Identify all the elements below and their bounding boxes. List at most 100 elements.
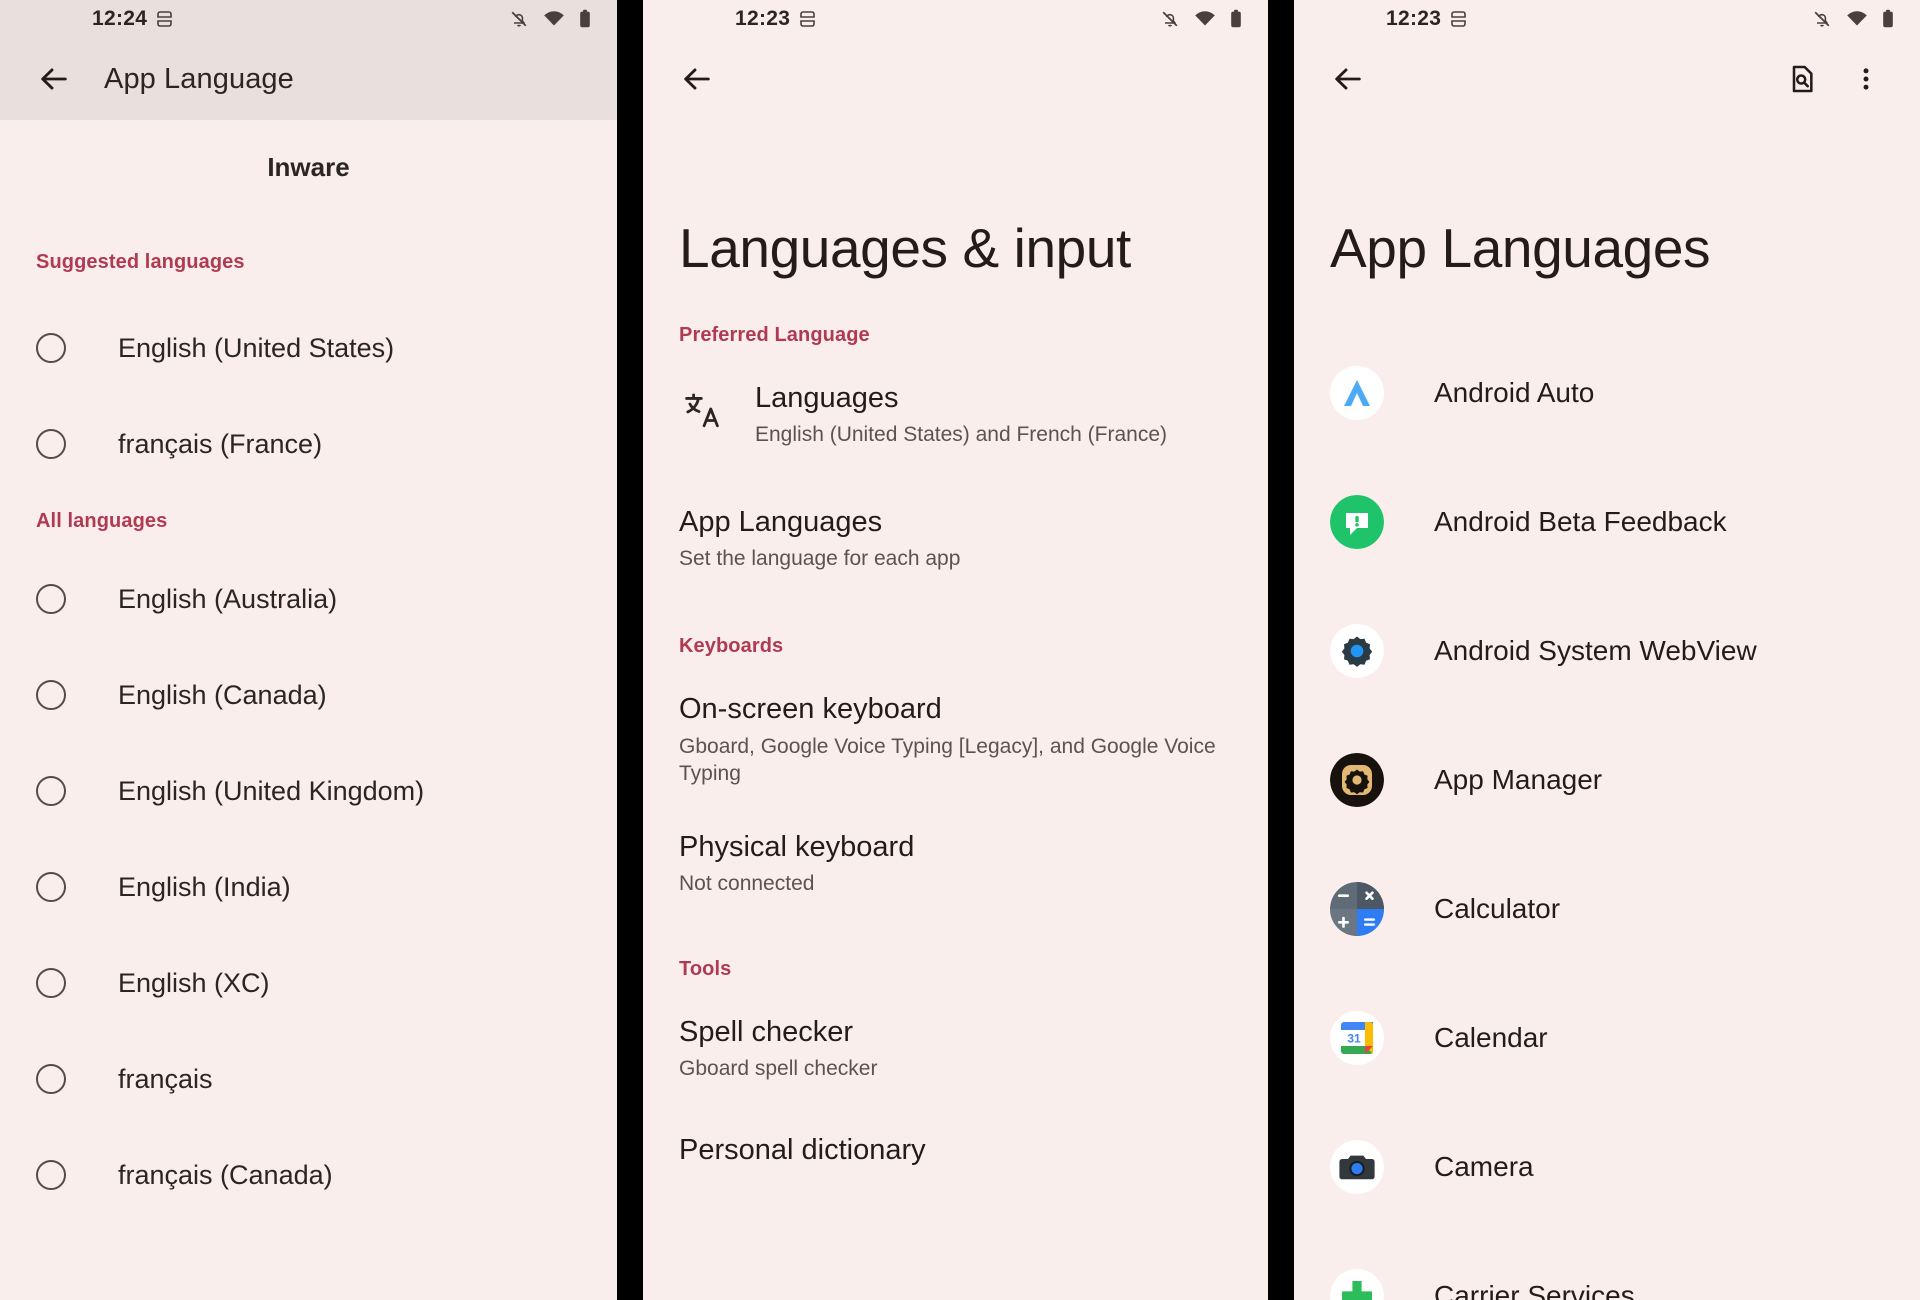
app-list-item[interactable]: Calculator [1294, 844, 1920, 973]
android-beta-feedback-icon [1330, 494, 1384, 549]
app-name: Calendar [1434, 1021, 1548, 1053]
status-bar-left: 12:23 [735, 7, 816, 31]
app-name: Android Auto [1434, 376, 1595, 408]
settings-row-text: Spell checker Gboard spell checker [679, 1015, 1234, 1083]
settings-row-text: App Languages Set the language for each … [679, 505, 1234, 573]
overflow-menu-button[interactable] [1838, 51, 1894, 107]
app-name: App Manager [1434, 763, 1603, 795]
screenshot-icon [800, 11, 816, 27]
status-bar: 12:24 [0, 0, 617, 38]
camera-icon [1330, 1139, 1384, 1194]
phone-panel-app-language-picker: 12:24 App Language Inware Suggested lang… [0, 0, 617, 1300]
settings-row-personal-dictionary[interactable]: Personal dictionary [643, 1133, 1268, 1168]
android-auto-icon [1330, 365, 1384, 420]
app-list-item[interactable]: Android System WebView [1294, 586, 1920, 715]
settings-row-subtitle: English (United States) and French (Fran… [755, 423, 1168, 447]
settings-row-title: Personal dictionary [679, 1134, 926, 1167]
section-header-tools: Tools [679, 958, 732, 981]
three-phone-screenshot-strip: 12:24 App Language Inware Suggested lang… [0, 0, 1920, 1300]
back-button[interactable] [1320, 51, 1376, 107]
radio-button[interactable] [36, 680, 66, 710]
language-option-row[interactable]: English (Canada) [0, 647, 617, 743]
status-bar-clock: 12:24 [92, 7, 148, 30]
back-button[interactable] [26, 51, 82, 107]
app-name: Android System WebView [1434, 634, 1757, 666]
radio-button[interactable] [36, 872, 66, 902]
translate-icon [685, 393, 719, 428]
radio-button[interactable] [36, 333, 66, 363]
page-headline: App Languages [1330, 217, 1711, 279]
app-list-item[interactable]: App Manager [1294, 715, 1920, 844]
status-bar-left: 12:23 [1386, 7, 1467, 31]
panel-divider [1268, 0, 1294, 1300]
status-bar-right [1812, 9, 1894, 29]
settings-row-spell-checker[interactable]: Spell checker Gboard spell checker [643, 1015, 1268, 1083]
panel-divider [617, 0, 643, 1300]
page-headline: Languages & input [679, 217, 1131, 279]
settings-row-title: Languages [755, 382, 899, 414]
page-title: App Language [104, 62, 294, 95]
radio-button[interactable] [36, 776, 66, 806]
app-name: Carrier Services [1434, 1279, 1635, 1300]
language-option-row[interactable]: English (United States) [0, 300, 617, 396]
app-manager-icon [1330, 752, 1384, 807]
language-label: English (Australia) [118, 583, 338, 614]
settings-row-text: Physical keyboard Not connected [679, 830, 1234, 898]
screenshot-icon [1451, 11, 1467, 27]
radio-button[interactable] [36, 968, 66, 998]
translate-icon-wrap [679, 381, 725, 431]
wifi-icon [1847, 11, 1867, 26]
settings-row-subtitle: Gboard spell checker [679, 1057, 878, 1081]
status-bar-clock: 12:23 [1386, 7, 1442, 30]
language-label: français (France) [118, 428, 323, 459]
android-system-webview-icon [1330, 623, 1384, 678]
app-list-item[interactable]: Android Beta Feedback [1294, 457, 1920, 586]
calendar-icon: 31 [1330, 1010, 1384, 1065]
back-arrow-icon [684, 68, 710, 90]
language-option-row[interactable]: English (XC) [0, 935, 617, 1031]
radio-button[interactable] [36, 429, 66, 459]
app-list-item[interactable]: Camera [1294, 1102, 1920, 1231]
app-list-item[interactable]: 31 Calendar [1294, 973, 1920, 1102]
settings-row-title: App Languages [679, 506, 883, 539]
back-button[interactable] [669, 51, 725, 107]
phone-panel-app-languages-list: 12:23 App Languages Android Auto Android… [1294, 0, 1920, 1300]
status-bar-right [1160, 9, 1242, 29]
notifications-off-icon [1162, 11, 1178, 27]
language-option-row[interactable]: français (France) [0, 396, 617, 492]
settings-row-app-languages[interactable]: App Languages Set the language for each … [643, 505, 1268, 573]
settings-row-physical-keyboard[interactable]: Physical keyboard Not connected [643, 830, 1268, 898]
language-option-row[interactable]: English (Australia) [0, 551, 617, 647]
app-bar: App Language [0, 38, 617, 120]
app-bar [643, 38, 1268, 120]
language-label: English (United Kingdom) [118, 775, 425, 806]
settings-row-text: On-screen keyboard Gboard, Google Voice … [679, 692, 1234, 788]
radio-button[interactable] [36, 1064, 66, 1094]
settings-row-subtitle: Set the language for each app [679, 547, 961, 571]
settings-row-languages[interactable]: Languages English (United States) and Fr… [643, 381, 1268, 449]
app-list-item[interactable]: Carrier Services [1294, 1231, 1920, 1300]
language-label: français [118, 1063, 213, 1094]
radio-button[interactable] [36, 1160, 66, 1190]
battery-icon [1231, 9, 1241, 28]
language-option-row[interactable]: français [0, 1031, 617, 1127]
notifications-off-icon [1814, 11, 1830, 27]
settings-row-title: On-screen keyboard [679, 693, 942, 726]
settings-row-on-screen-keyboard[interactable]: On-screen keyboard Gboard, Google Voice … [643, 692, 1268, 788]
calculator-icon [1330, 881, 1384, 936]
app-list-item[interactable]: Android Auto [1294, 328, 1920, 457]
language-option-row[interactable]: français (Canada) [0, 1127, 617, 1223]
settings-row-subtitle: Gboard, Google Voice Typing [Legacy], an… [679, 734, 1216, 786]
carrier-services-icon [1330, 1268, 1384, 1300]
doc-search-button[interactable] [1774, 51, 1830, 107]
back-arrow-icon [1335, 68, 1361, 90]
settings-row-text: Languages English (United States) and Fr… [755, 381, 1234, 449]
language-option-row[interactable]: English (United Kingdom) [0, 743, 617, 839]
settings-row-text: Personal dictionary [679, 1133, 1234, 1168]
language-label: English (XC) [118, 967, 270, 998]
wifi-icon [1195, 11, 1215, 26]
settings-row-title: Spell checker [679, 1016, 854, 1049]
radio-button[interactable] [36, 584, 66, 614]
language-option-row[interactable]: English (India) [0, 839, 617, 935]
section-header-suggested-languages: Suggested languages [36, 251, 245, 273]
